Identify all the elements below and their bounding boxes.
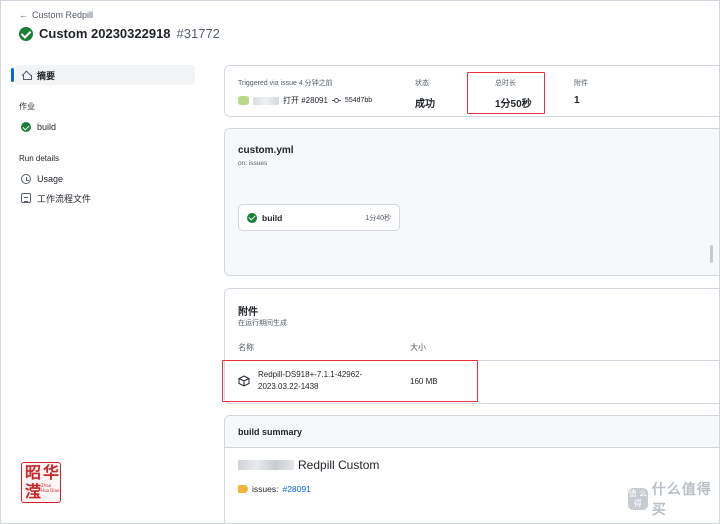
- artifacts-size-header: 大小: [410, 343, 426, 352]
- seal-char-2: 华: [43, 463, 60, 482]
- build-summary-header: build summary: [225, 416, 719, 448]
- redacted-username: [253, 96, 279, 105]
- sidebar-item-build[interactable]: build: [15, 117, 195, 137]
- workflow-graph-card: custom.yml on: issues build 1分40秒: [224, 128, 719, 276]
- build-summary-heading: build summary: [238, 427, 303, 437]
- run-header: ← Custom Redpill Custom 20230322918 #317…: [1, 1, 719, 51]
- workflow-file-icon: [21, 193, 31, 203]
- watermark-badge: 值 么得: [628, 488, 648, 510]
- site-watermark: 值 么得 什么值得买: [628, 479, 719, 519]
- success-check-icon: [247, 212, 257, 223]
- trigger-text: Triggered via issue 4 分钟之前: [238, 80, 333, 87]
- git-commit-icon: [331, 98, 341, 103]
- artifacts-title: 附件: [238, 307, 258, 318]
- back-link[interactable]: ← Custom Redpill: [19, 10, 93, 20]
- success-check-icon: [19, 26, 33, 41]
- build-summary-title: Redpill Custom: [298, 458, 380, 472]
- sidebar-item-usage[interactable]: Usage: [15, 169, 195, 189]
- artifacts-count-label: 附件: [574, 80, 588, 87]
- sidebar-item-summary[interactable]: 摘要: [11, 65, 195, 85]
- sidebar-item-workflow-file-label: 工作流程文件: [37, 193, 92, 204]
- run-title-row: Custom 20230322918 #31772: [19, 26, 220, 41]
- artifacts-name-header: 名称: [238, 343, 254, 352]
- workflow-file-name: custom.yml: [238, 145, 294, 156]
- arrow-left-icon: ←: [19, 10, 28, 20]
- job-node-name: build: [262, 212, 283, 223]
- red-seal-stamp: 昭 华 滢 Zhao Hua Diao: [21, 462, 61, 503]
- jobs-heading: 作业: [19, 102, 35, 111]
- sidebar-item-usage-label: Usage: [37, 174, 64, 184]
- sidebar: 摘要 作业 build Run details Usage 工作流程文件: [1, 51, 206, 523]
- artifacts-count-column: 附件 1: [574, 78, 588, 106]
- run-number: #31772: [176, 26, 220, 41]
- status-label: 状态: [415, 80, 429, 87]
- sidebar-item-summary-label: 摘要: [37, 70, 56, 81]
- graph-scrollbar[interactable]: [710, 245, 713, 263]
- stopwatch-icon: [21, 174, 31, 184]
- seal-small-text: Zhao Hua Diao: [41, 483, 60, 493]
- trigger-column: Triggered via issue 4 分钟之前 打开 #28091 554…: [238, 78, 372, 106]
- back-link-label: Custom Redpill: [32, 10, 94, 20]
- seal-char-1: 昭: [25, 463, 42, 482]
- build-summary-title-row: Redpill Custom: [238, 458, 379, 472]
- issues-link[interactable]: #28091: [282, 484, 310, 494]
- trigger-issue-link[interactable]: 打开 #28091: [283, 95, 328, 106]
- sidebar-item-build-label: build: [37, 122, 57, 132]
- commit-sha-link[interactable]: 554d7bb: [345, 97, 372, 104]
- trigger-line: 打开 #28091 554d7bb: [238, 95, 372, 106]
- avatar[interactable]: [238, 96, 249, 105]
- status-column: 状态 成功: [415, 78, 435, 110]
- job-node-duration: 1分40秒: [365, 214, 391, 222]
- status-value: 成功: [415, 99, 435, 110]
- duration-highlight-box: [467, 72, 545, 114]
- success-check-icon: [21, 122, 31, 132]
- redacted-image: [238, 460, 294, 470]
- issues-row: issues: #28091: [238, 484, 311, 494]
- run-details-heading: Run details: [19, 154, 60, 163]
- watermark-site-name: 什么值得买: [651, 482, 712, 518]
- page-frame: ← Custom Redpill Custom 20230322918 #317…: [0, 0, 720, 524]
- issues-label: issues:: [252, 484, 279, 494]
- artifacts-subtitle: 在运行期间生成: [238, 320, 287, 327]
- pointing-hand-icon: [238, 485, 248, 493]
- seal-char-3: 滢: [25, 482, 42, 501]
- artifacts-count-value[interactable]: 1: [574, 95, 588, 106]
- run-title: Custom 20230322918: [39, 26, 171, 41]
- workflow-trigger: on: issues: [238, 160, 268, 167]
- home-icon: [21, 71, 32, 80]
- artifact-highlight-box: [222, 360, 478, 402]
- sidebar-item-workflow-file[interactable]: 工作流程文件: [15, 188, 195, 208]
- job-node-build[interactable]: build 1分40秒: [238, 204, 400, 231]
